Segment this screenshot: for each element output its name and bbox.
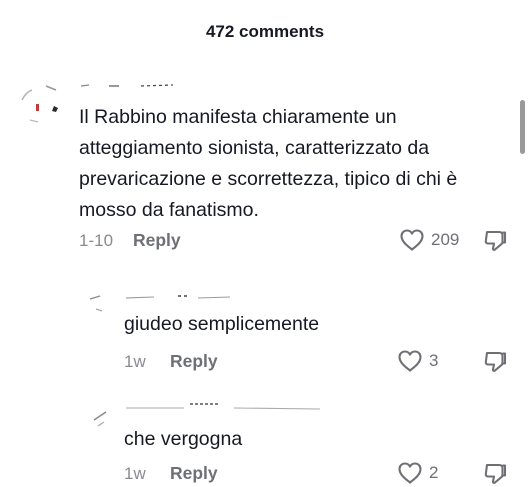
avatar[interactable]	[16, 78, 64, 126]
heart-outline-icon	[400, 229, 424, 251]
reply-button[interactable]: Reply	[170, 351, 218, 372]
username-redacted[interactable]	[124, 291, 234, 301]
thumbs-down-outline-icon	[484, 230, 507, 251]
username-redacted[interactable]	[79, 80, 179, 90]
like-button[interactable]: 3	[397, 349, 438, 373]
reply-button[interactable]: Reply	[133, 230, 181, 251]
avatar[interactable]	[86, 402, 116, 432]
like-count: 209	[431, 230, 460, 249]
comment-text: Il Rabbino manifesta chiaramente un atte…	[79, 106, 463, 221]
like-button[interactable]: 2	[397, 461, 438, 485]
comment-item: Il Rabbino manifesta chiaramente un atte…	[0, 72, 530, 257]
comments-count-title: 472 comments	[205, 22, 325, 41]
heart-outline-icon	[398, 462, 422, 484]
reply-item: giudeo semplicemente 1w Reply 3	[0, 283, 530, 378]
heart-outline-icon	[398, 350, 422, 372]
dislike-button[interactable]	[482, 461, 508, 487]
thumbs-down-outline-icon	[484, 463, 507, 484]
reply-text: giudeo semplicemente	[124, 313, 320, 335]
avatar[interactable]	[86, 287, 116, 317]
comment-date: 1-10	[79, 231, 114, 250]
dislike-button[interactable]	[482, 349, 508, 375]
like-button[interactable]: 209	[399, 228, 459, 252]
username-redacted[interactable]	[124, 400, 324, 410]
reply-date: 1w	[124, 464, 146, 483]
reply-date: 1w	[124, 352, 146, 371]
reply-button[interactable]: Reply	[170, 463, 218, 484]
reply-item: che vergogna 1w Reply 2	[0, 398, 530, 484]
reply-text: che vergogna	[124, 428, 243, 450]
thumbs-down-outline-icon	[484, 351, 507, 372]
dislike-button[interactable]	[482, 228, 508, 254]
like-count: 2	[429, 463, 439, 482]
like-count: 3	[429, 351, 439, 370]
